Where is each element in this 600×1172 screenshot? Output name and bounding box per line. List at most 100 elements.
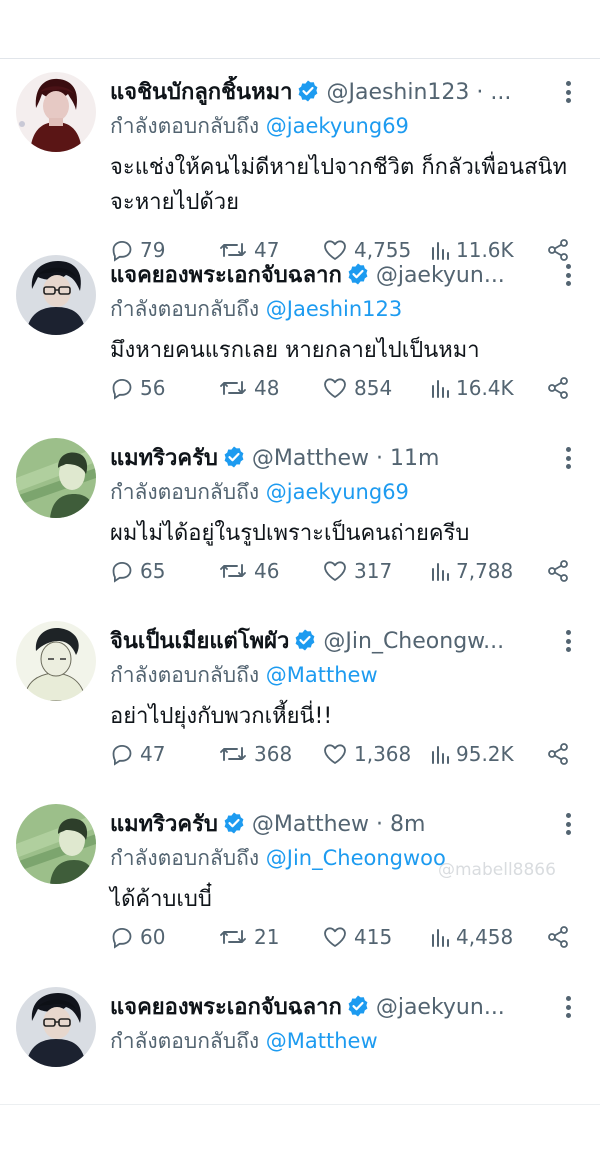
avatar[interactable] — [16, 987, 96, 1067]
display-name[interactable]: แมทริวครับ — [110, 812, 218, 837]
avatar[interactable] — [16, 438, 96, 518]
share-icon — [548, 743, 568, 765]
display-name[interactable]: แจคยองพระเอกจับฉลาก — [110, 995, 342, 1020]
reply-button[interactable]: 65 — [110, 559, 218, 583]
view-count: 7,788 — [456, 559, 514, 583]
handle[interactable]: @Jin_Cheongw... — [323, 629, 504, 654]
top-divider — [0, 58, 600, 59]
like-icon — [324, 744, 346, 764]
handle[interactable]: @jaekyun... — [376, 263, 505, 288]
reply-button[interactable]: 60 — [110, 925, 218, 949]
view-count: 4,458 — [456, 925, 514, 949]
share-button[interactable] — [546, 376, 570, 405]
reply-count: 56 — [140, 376, 166, 400]
replying-to: กำลังตอบกลับถึง @Matthew — [110, 1025, 378, 1057]
like-button[interactable]: 1,368 — [322, 742, 430, 766]
display-name[interactable]: แมทริวครับ — [110, 446, 218, 471]
action-bar: 65 46 317 7,788 — [110, 556, 570, 586]
display-name[interactable]: แจคยองพระเอกจับฉลาก — [110, 263, 342, 288]
views-button[interactable]: 16.4K — [430, 376, 514, 400]
retweet-button[interactable]: 48 — [218, 376, 322, 400]
like-button[interactable]: 415 — [322, 925, 430, 949]
share-button[interactable] — [546, 559, 570, 588]
retweet-button[interactable]: 368 — [218, 742, 322, 766]
timeline: แจชินบักลูกชิ้นหมา @Jaeshin123 · ... กำลั… — [0, 60, 600, 1158]
tweet-text: ได้ค้าบเบบี๋ — [110, 887, 212, 912]
retweet-count: 48 — [254, 376, 280, 400]
views-icon — [432, 380, 449, 398]
tweet-text: มึงหายคนแรกเลย หายกลายไปเป็นหมา — [110, 338, 480, 363]
reply-mention[interactable]: @Matthew — [266, 1029, 378, 1053]
share-button[interactable] — [546, 742, 570, 771]
tweet-text: ผมไม่ได้อยู่ในรูปเพราะเป็นคนถ่ายครีบ — [110, 521, 470, 546]
tweet-header: แจคยองพระเอกจับฉลาก @jaekyun... — [110, 991, 550, 1025]
avatar[interactable] — [16, 255, 96, 335]
reply-prefix: กำลังตอบกลับถึง — [110, 480, 260, 504]
tweet[interactable]: แมทริวครับ @Matthew · 8m กำลังตอบกลับถึง … — [0, 792, 600, 975]
avatar[interactable] — [16, 621, 96, 701]
handle[interactable]: @jaekyun... — [376, 995, 505, 1020]
like-icon — [324, 561, 346, 581]
retweet-button[interactable]: 21 — [218, 925, 322, 949]
share-icon — [548, 377, 568, 399]
reply-button[interactable]: 56 — [110, 376, 218, 400]
like-button[interactable]: 854 — [322, 376, 430, 400]
retweet-button[interactable]: 46 — [218, 559, 322, 583]
retweet-count: 21 — [254, 925, 280, 949]
like-count: 317 — [354, 559, 393, 583]
views-button[interactable]: 7,788 — [430, 559, 513, 583]
retweet-icon — [220, 381, 246, 395]
more-options-icon[interactable] — [556, 444, 580, 472]
replying-to: กำลังตอบกลับถึง @Matthew — [110, 659, 378, 691]
display-name[interactable]: แจชินบักลูกชิ้นหมา — [110, 80, 292, 105]
retweet-count: 46 — [254, 559, 280, 583]
more-options-icon[interactable] — [556, 261, 580, 289]
views-button[interactable]: 4,458 — [430, 925, 513, 949]
reply-icon — [112, 561, 132, 583]
display-name[interactable]: จินเป็นเมียแต่โพผัว — [110, 629, 289, 654]
more-options-icon[interactable] — [556, 810, 580, 838]
tweet[interactable]: แจคยองพระเอกจับฉลาก @jaekyun... กำลังตอบก… — [0, 243, 600, 426]
verified-badge-icon — [296, 79, 320, 110]
avatar[interactable] — [16, 72, 96, 152]
reply-count: 60 — [140, 925, 166, 949]
tweet-header: แมทริวครับ @Matthew · 11m — [110, 442, 550, 476]
verified-badge-icon — [346, 994, 370, 1025]
reply-mention[interactable]: @Jin_Cheongwoo — [266, 846, 446, 870]
reply-prefix: กำลังตอบกลับถึง — [110, 846, 260, 870]
reply-mention[interactable]: @Jaeshin123 — [266, 297, 402, 321]
avatar[interactable] — [16, 804, 96, 884]
watermark: @mabell8866 — [438, 860, 556, 880]
more-options-icon[interactable] — [556, 78, 580, 106]
share-button[interactable] — [546, 925, 570, 954]
handle[interactable]: @Matthew · 11m — [252, 446, 440, 471]
share-icon — [548, 560, 568, 582]
handle[interactable]: @Matthew · 8m — [252, 812, 426, 837]
replying-to: กำลังตอบกลับถึง @Jin_Cheongwoo — [110, 842, 446, 874]
reply-mention[interactable]: @jaekyung69 — [266, 480, 409, 504]
more-options-icon[interactable] — [556, 627, 580, 655]
retweet-icon — [220, 564, 246, 578]
tweet-text: อย่าไปยุ่งกับพวกเหี้ยนี่!! — [110, 704, 333, 729]
reply-prefix: กำลังตอบกลับถึง — [110, 297, 260, 321]
verified-badge-icon — [222, 811, 246, 842]
reply-mention[interactable]: @jaekyung69 — [266, 114, 409, 138]
reply-button[interactable]: 47 — [110, 742, 218, 766]
like-count: 1,368 — [354, 742, 412, 766]
like-button[interactable]: 317 — [322, 559, 430, 583]
tweet[interactable]: แมทริวครับ @Matthew · 11m กำลังตอบกลับถึง… — [0, 426, 600, 609]
views-button[interactable]: 95.2K — [430, 742, 514, 766]
reply-mention[interactable]: @Matthew — [266, 663, 378, 687]
reply-prefix: กำลังตอบกลับถึง — [110, 1029, 260, 1053]
reply-icon — [112, 378, 132, 400]
views-icon — [432, 746, 449, 764]
reply-prefix: กำลังตอบกลับถึง — [110, 114, 260, 138]
tweet-text: จะแช่งให้คนไม่ดีหายไปจากชีวิต ก็กลัวเพื่… — [110, 155, 568, 215]
handle[interactable]: @Jaeshin123 · ... — [326, 80, 511, 105]
like-count: 415 — [354, 925, 393, 949]
more-options-icon[interactable] — [556, 993, 580, 1021]
tweet[interactable]: แจชินบักลูกชิ้นหมา @Jaeshin123 · ... กำลั… — [0, 60, 600, 262]
tweet[interactable]: จินเป็นเมียแต่โพผัว @Jin_Cheongw... กำลัง… — [0, 609, 600, 792]
verified-badge-icon — [346, 262, 370, 293]
reply-count: 47 — [140, 742, 166, 766]
